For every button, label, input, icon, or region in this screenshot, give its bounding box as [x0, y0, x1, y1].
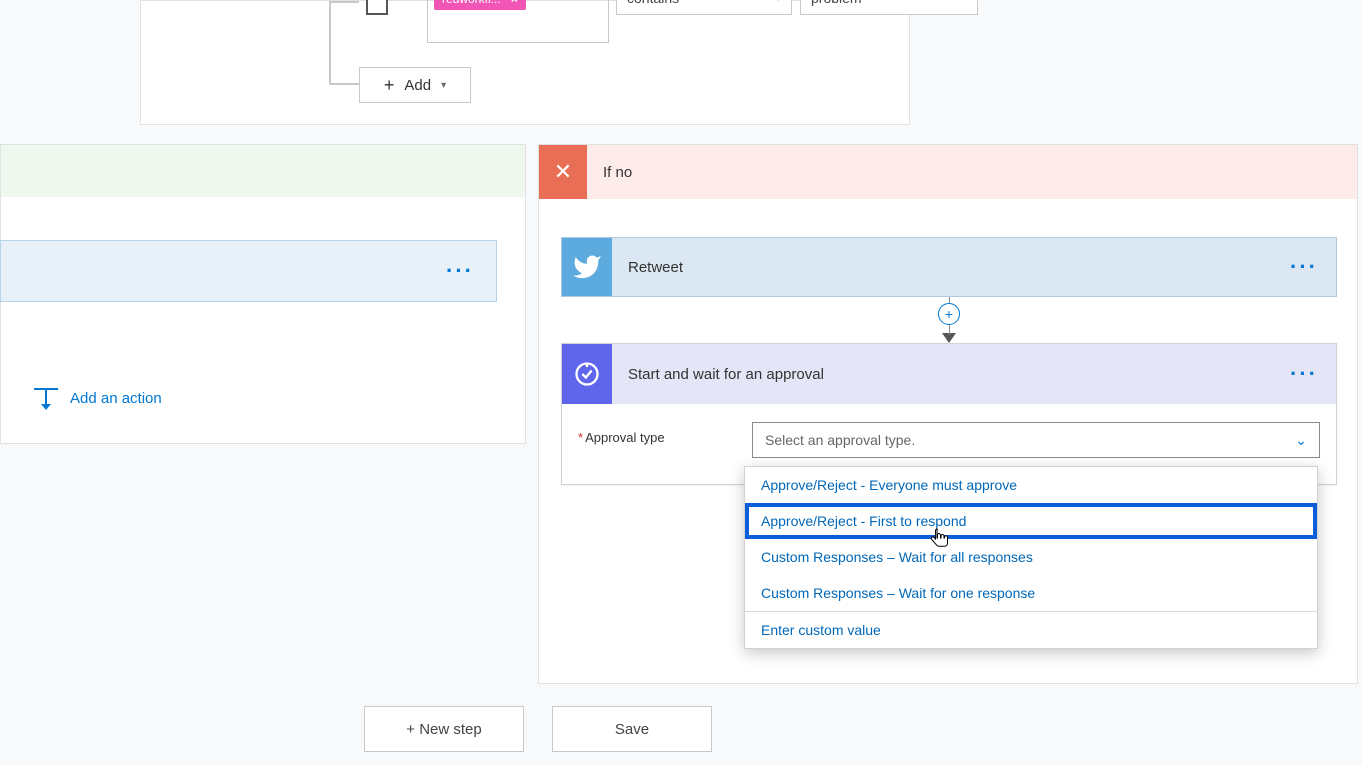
condition-card: redworkfl... × contains ▾ problem + Add … — [140, 0, 910, 125]
approval-action-card: Start and wait for an approval ··· *Appr… — [561, 343, 1337, 485]
cursor-pointer-icon — [930, 526, 950, 555]
chevron-down-icon: ▾ — [441, 80, 446, 91]
ellipsis-icon[interactable]: ··· — [1290, 254, 1318, 280]
approval-type-label: *Approval type — [578, 422, 738, 445]
add-action-button[interactable]: Add an action — [34, 388, 162, 408]
token-label: redworkfl... — [442, 0, 501, 6]
chevron-down-icon: ▾ — [776, 0, 781, 4]
flow-connector: + — [561, 297, 1337, 343]
add-action-label: Add an action — [70, 390, 162, 407]
chevron-down-icon: ⌄ — [1295, 432, 1307, 449]
approval-select-placeholder: Select an approval type. — [765, 432, 915, 448]
operator-value: contains — [627, 0, 679, 6]
branch-line-h-top — [329, 1, 359, 3]
dynamic-content-token[interactable]: redworkfl... × — [434, 0, 526, 10]
dropdown-option-wait-all[interactable]: Custom Responses – Wait for all response… — [745, 539, 1317, 575]
branch-line-h-bottom — [329, 83, 359, 85]
retweet-action-card[interactable]: Retweet ··· — [561, 237, 1337, 297]
dropdown-option-everyone[interactable]: Approve/Reject - Everyone must approve — [745, 467, 1317, 503]
save-button[interactable]: Save — [552, 706, 712, 752]
approval-header[interactable]: Start and wait for an approval ··· — [562, 344, 1336, 404]
dropdown-option-first-to-respond[interactable]: Approve/Reject - First to respond — [745, 503, 1317, 539]
if-yes-header — [1, 145, 525, 197]
add-action-icon — [34, 388, 58, 408]
approval-title: Start and wait for an approval — [628, 366, 1290, 383]
add-condition-button[interactable]: + Add ▾ — [359, 67, 471, 103]
token-remove-icon[interactable]: × — [511, 0, 518, 6]
condition-value-input[interactable]: problem — [800, 0, 978, 15]
if-no-header: ✕ If no — [539, 145, 1357, 199]
close-icon: ✕ — [539, 145, 587, 199]
add-label: Add — [404, 77, 431, 94]
ellipsis-icon[interactable]: ··· — [446, 258, 474, 284]
if-no-title: If no — [603, 164, 632, 181]
insert-step-button[interactable]: + — [938, 303, 960, 325]
plus-icon: + — [384, 75, 395, 96]
ellipsis-icon[interactable]: ··· — [1290, 361, 1318, 387]
collapsed-action-card[interactable]: ··· — [0, 240, 497, 302]
condition-value-text: problem — [811, 0, 862, 6]
approval-type-select[interactable]: Select an approval type. ⌄ — [752, 422, 1320, 458]
condition-operand-box[interactable]: redworkfl... × — [427, 0, 609, 43]
branch-line-vertical — [329, 1, 331, 83]
retweet-label: Retweet — [628, 259, 1290, 276]
approval-type-dropdown: Approve/Reject - Everyone must approve A… — [744, 466, 1318, 649]
approval-icon — [562, 344, 612, 404]
twitter-icon — [562, 238, 612, 296]
new-step-button[interactable]: + New step — [364, 706, 524, 752]
condition-operator-select[interactable]: contains ▾ — [616, 0, 792, 15]
dropdown-enter-custom[interactable]: Enter custom value — [745, 612, 1317, 648]
if-no-body: Retweet ··· + Start and wait for an appr… — [539, 199, 1357, 509]
dropdown-option-wait-one[interactable]: Custom Responses – Wait for one response — [745, 575, 1317, 611]
condition-row-checkbox[interactable] — [366, 0, 388, 15]
bottom-buttons: + New step Save — [364, 706, 712, 752]
